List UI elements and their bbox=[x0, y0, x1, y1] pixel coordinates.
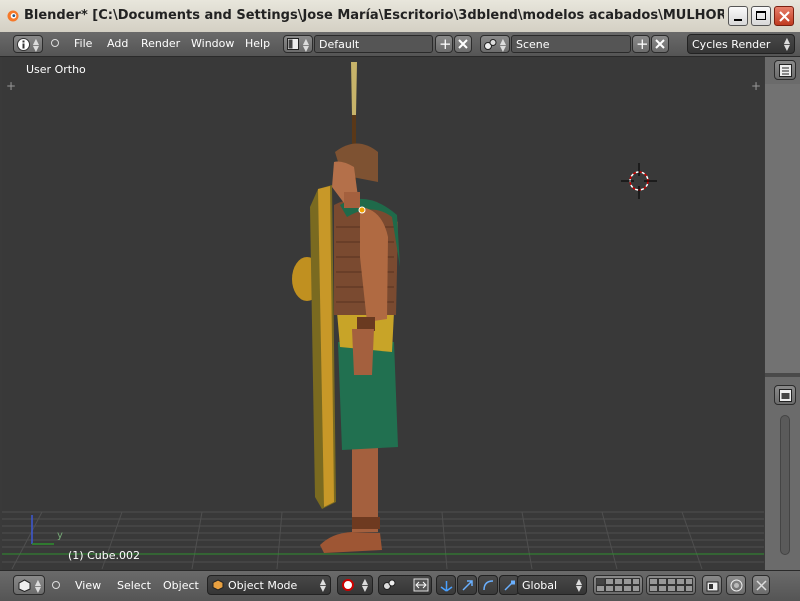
area-divider[interactable] bbox=[765, 373, 800, 377]
updown-arrows-icon: ▲ ▼ bbox=[319, 577, 326, 593]
collapse-menus-icon[interactable] bbox=[51, 39, 59, 47]
menu-help[interactable]: Help bbox=[245, 37, 270, 50]
translate-manipulator-button[interactable] bbox=[457, 575, 477, 595]
object-origin-icon bbox=[358, 206, 366, 214]
arrow-icon bbox=[462, 580, 473, 591]
properties-panel bbox=[765, 57, 800, 570]
outliner-icon bbox=[779, 64, 792, 77]
solid-shading-icon bbox=[342, 579, 354, 591]
render-engine-dropdown[interactable]: Cycles Render ▲ ▼ bbox=[687, 34, 795, 54]
layer-buttons-group-1[interactable] bbox=[593, 575, 643, 595]
editor-type-button[interactable]: ▲ ▼ bbox=[13, 575, 45, 595]
3d-view-header: ▲ ▼ View Select Object Object Mode ▲ ▼ ▲ ▼ bbox=[0, 570, 800, 601]
scale-manipulator-button[interactable] bbox=[499, 575, 519, 595]
menu-view[interactable]: View bbox=[75, 579, 101, 592]
layout-icon bbox=[287, 38, 299, 50]
layers-grid-icon bbox=[596, 578, 640, 592]
layer-lock-icon bbox=[706, 581, 719, 592]
render-engine-label: Cycles Render bbox=[692, 38, 771, 51]
pivot-icon bbox=[383, 579, 396, 590]
menu-window[interactable]: Window bbox=[191, 37, 234, 50]
minimize-button[interactable] bbox=[728, 6, 748, 26]
layer-buttons-group-2[interactable] bbox=[646, 575, 696, 595]
3d-cursor-icon bbox=[621, 163, 657, 199]
delete-screen-button[interactable] bbox=[454, 35, 472, 53]
axis-y-label: y bbox=[57, 530, 63, 541]
updown-arrows-icon: ▲ ▼ bbox=[575, 577, 582, 593]
scene-field[interactable]: Scene bbox=[511, 35, 631, 53]
x-icon bbox=[655, 39, 665, 49]
outliner-area[interactable] bbox=[765, 84, 800, 373]
window-title: Blender* [C:\Documents and Settings\Jose… bbox=[24, 8, 724, 23]
3d-view-icon bbox=[18, 579, 31, 592]
viewport-shading-dropdown[interactable]: ▲ ▼ bbox=[337, 575, 373, 595]
menu-select[interactable]: Select bbox=[117, 579, 151, 592]
properties-toggle-icon[interactable]: + bbox=[751, 79, 761, 93]
orientation-label: Global bbox=[522, 579, 558, 592]
proportional-edit-icon bbox=[730, 579, 743, 592]
updown-arrows-icon: ▲ ▼ bbox=[34, 578, 41, 594]
transform-orientation-dropdown[interactable]: Global ▲ ▼ bbox=[517, 575, 587, 595]
menu-file[interactable]: File bbox=[74, 37, 92, 50]
add-scene-button[interactable]: + bbox=[632, 35, 650, 53]
character-bracer bbox=[357, 317, 375, 331]
updown-arrows-icon: ▲ ▼ bbox=[783, 36, 790, 52]
spear-tip bbox=[351, 62, 357, 115]
menu-add[interactable]: Add bbox=[107, 37, 128, 50]
3d-viewport[interactable]: User Ortho y (1) Cube.002 + + bbox=[2, 57, 764, 570]
rotate-icon bbox=[483, 580, 494, 591]
info-header: ▲ ▼ File Add Render Window Help ▲ ▼ Defaul… bbox=[0, 32, 800, 57]
plus-icon: + bbox=[439, 35, 452, 53]
manipulator-toggle-button[interactable] bbox=[436, 575, 456, 595]
scene-icon bbox=[484, 39, 497, 50]
plus-icon: + bbox=[636, 35, 649, 53]
maximize-button[interactable] bbox=[751, 6, 771, 26]
snap-button[interactable] bbox=[752, 575, 770, 595]
updown-arrows-icon: ▲ ▼ bbox=[499, 37, 506, 53]
x-icon bbox=[458, 39, 468, 49]
character-hand bbox=[352, 329, 374, 375]
character-boot-strap bbox=[352, 517, 380, 529]
updown-arrows-icon: ▲ ▼ bbox=[302, 37, 309, 53]
properties-editor-button[interactable] bbox=[774, 385, 796, 405]
rotate-manipulator-button[interactable] bbox=[478, 575, 498, 595]
screen-layout-field[interactable]: Default bbox=[314, 35, 433, 53]
view-label: User Ortho bbox=[26, 63, 86, 76]
object-mode-icon bbox=[212, 579, 224, 591]
blender-logo-icon bbox=[7, 10, 19, 22]
pivot-point-dropdown[interactable] bbox=[378, 575, 432, 595]
close-icon bbox=[779, 11, 790, 22]
character-neck bbox=[344, 192, 360, 208]
lock-camera-button[interactable] bbox=[702, 575, 722, 595]
properties-icon bbox=[779, 389, 792, 402]
character-foot bbox=[320, 532, 382, 553]
mode-dropdown[interactable]: Object Mode ▲ ▼ bbox=[207, 575, 331, 595]
close-button[interactable] bbox=[774, 6, 794, 26]
updown-arrows-icon: ▲ ▼ bbox=[32, 37, 39, 53]
object-label: (1) Cube.002 bbox=[68, 549, 140, 562]
properties-scrollbar[interactable] bbox=[780, 415, 790, 555]
delete-scene-button[interactable] bbox=[651, 35, 669, 53]
add-screen-button[interactable]: + bbox=[435, 35, 453, 53]
info-icon bbox=[17, 38, 30, 51]
scale-icon bbox=[504, 580, 515, 591]
editor-type-button[interactable]: ▲ ▼ bbox=[13, 35, 43, 53]
manipulator-icon bbox=[440, 581, 453, 592]
proportional-edit-button[interactable] bbox=[726, 575, 746, 595]
outliner-editor-button[interactable] bbox=[774, 60, 796, 80]
menu-object[interactable]: Object bbox=[163, 579, 199, 592]
scene-browse-button[interactable]: ▲ ▼ bbox=[480, 35, 510, 53]
collapse-menus-icon[interactable] bbox=[52, 581, 60, 589]
viewport-scene bbox=[2, 62, 764, 570]
manipulator-scale-icon bbox=[413, 578, 429, 592]
screen-layout-browse-button[interactable]: ▲ ▼ bbox=[283, 35, 313, 53]
updown-arrows-icon: ▲ ▼ bbox=[361, 577, 368, 593]
mode-label: Object Mode bbox=[228, 579, 298, 592]
toolshelf-toggle-icon[interactable]: + bbox=[6, 79, 16, 93]
layers-grid-icon bbox=[649, 578, 693, 592]
snap-icon bbox=[756, 580, 767, 591]
window-titlebar: Blender* [C:\Documents and Settings\Jose… bbox=[0, 0, 800, 33]
menu-render[interactable]: Render bbox=[141, 37, 180, 50]
